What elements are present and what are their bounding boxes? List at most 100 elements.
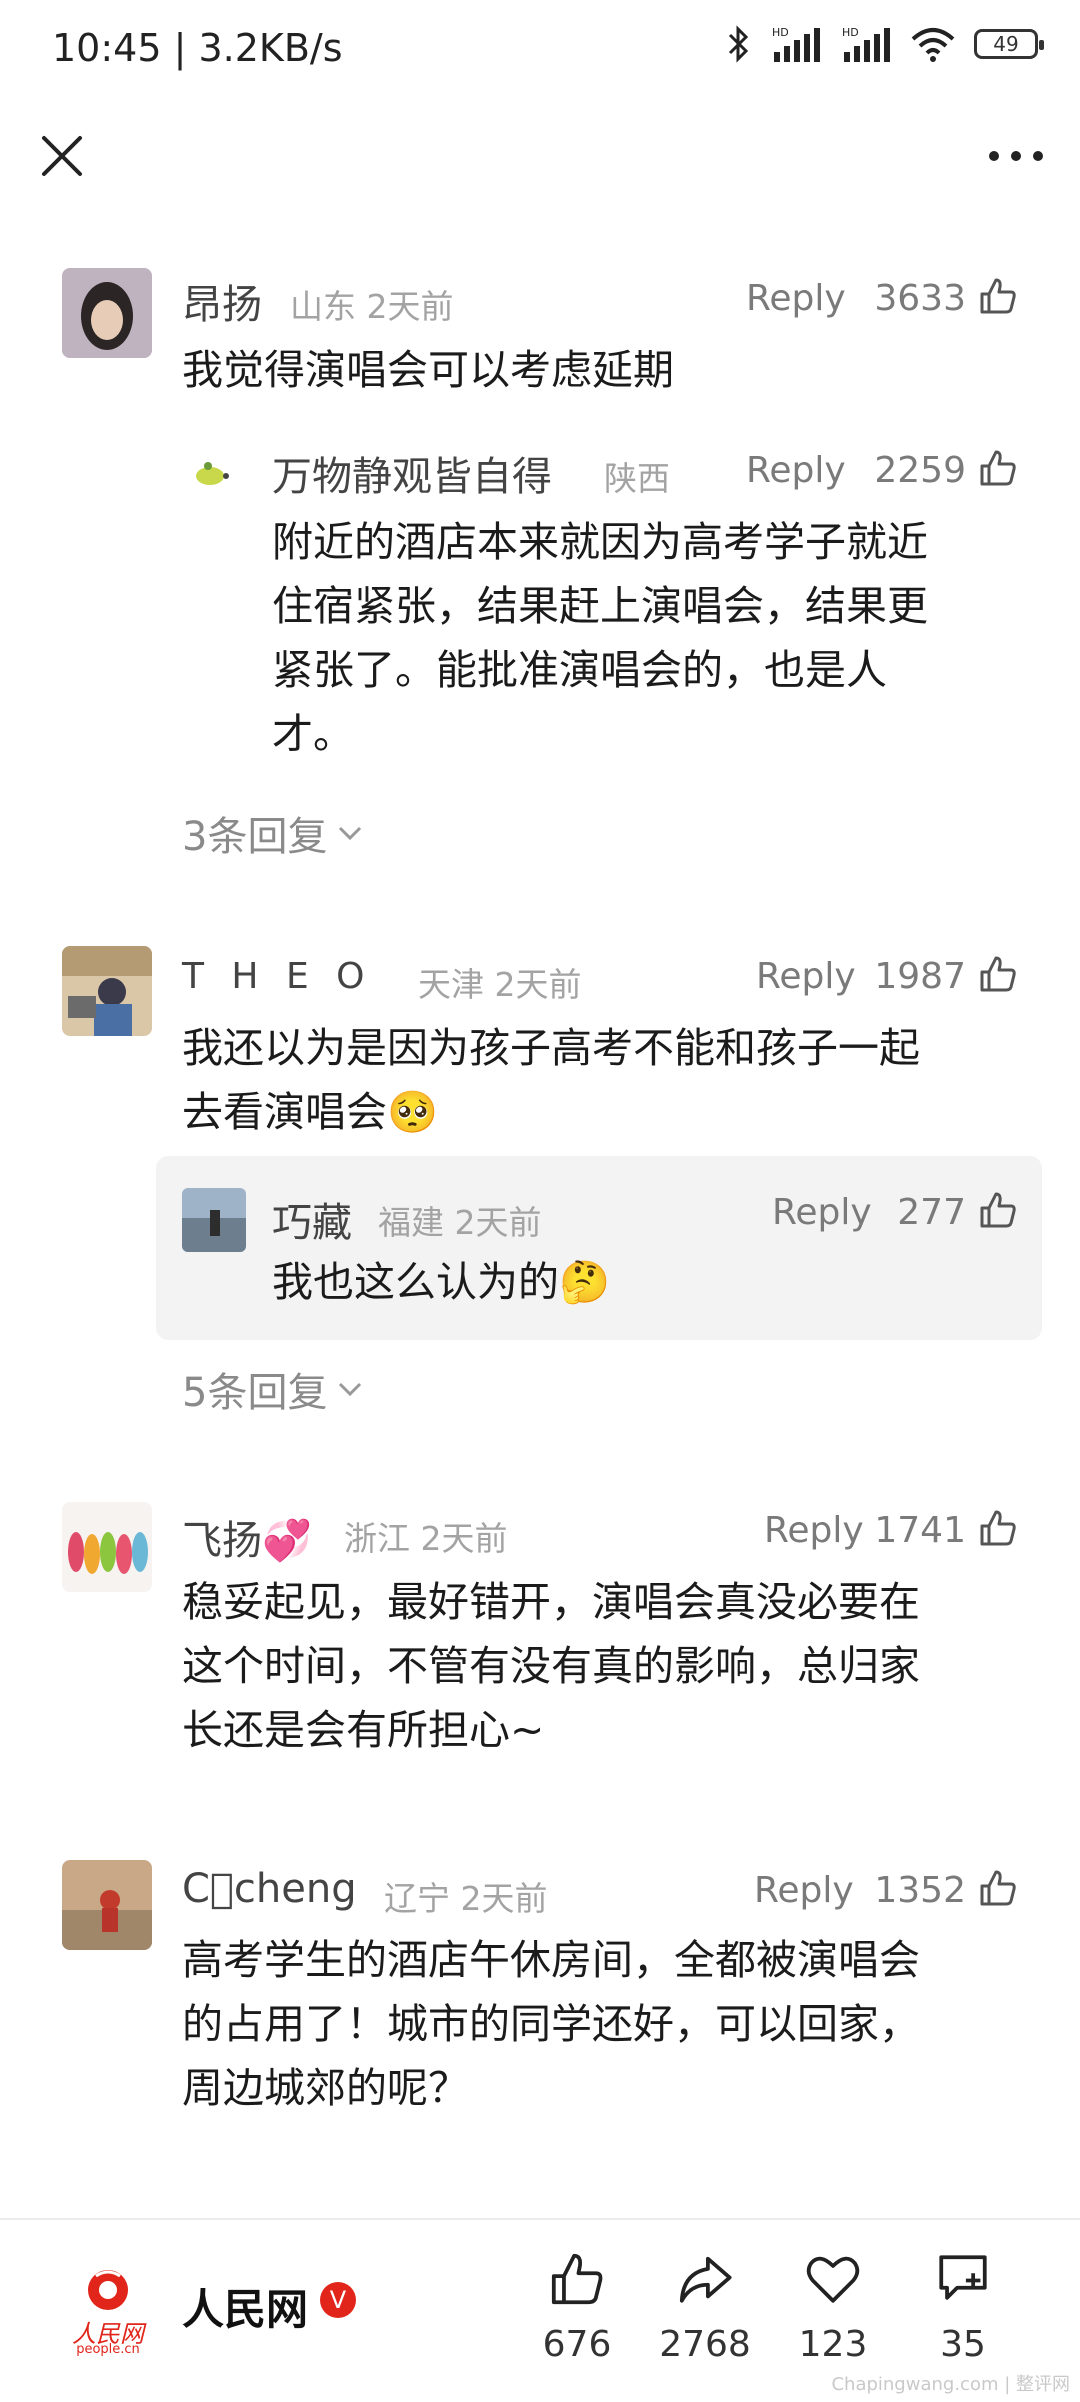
network-speed: 3.2KB/s bbox=[198, 26, 343, 70]
location-time: 浙江 2天前 bbox=[344, 1512, 508, 1560]
more-options-button[interactable] bbox=[976, 124, 1056, 188]
reply-text: 附近的酒店本来就因为高考学子就近 住宿紧张，结果赶上演唱会，结果更 紧张了。能批… bbox=[272, 510, 928, 766]
avatar[interactable] bbox=[62, 268, 152, 358]
timestamp: 2天前 bbox=[366, 287, 454, 326]
location: 天津 bbox=[418, 965, 484, 1004]
like-count: 277 bbox=[897, 1192, 966, 1233]
reply-line: 才。 bbox=[272, 710, 354, 758]
watermark: Chapingwang.com | 整评网 bbox=[831, 2374, 1070, 2395]
comment-line: 我觉得演唱会可以考虑延期 bbox=[182, 346, 674, 394]
share-count: 2768 bbox=[659, 2324, 751, 2365]
battery-icon: 49 bbox=[974, 29, 1044, 59]
avatar-image bbox=[62, 268, 152, 358]
location: 山东 bbox=[290, 287, 356, 326]
username[interactable]: 昂扬 bbox=[182, 272, 262, 330]
favorite-count: 123 bbox=[798, 2324, 868, 2365]
username[interactable]: T H E O bbox=[182, 956, 372, 997]
brand-name[interactable]: 人民网 bbox=[182, 2276, 308, 2337]
comment-text: 高考学生的酒店午休房间，全都被演唱会 的占用了！城市的同学还好，可以回家， 周边… bbox=[182, 1928, 920, 2120]
comment-button[interactable]: 35 bbox=[908, 2250, 1018, 2365]
battery-level: 49 bbox=[993, 32, 1019, 56]
location: 浙江 bbox=[344, 1519, 410, 1558]
avatar-image bbox=[62, 946, 152, 1036]
logo-subtext: people.cn bbox=[76, 2342, 140, 2357]
thumbs-up-icon[interactable] bbox=[978, 448, 1018, 488]
reply-line: 紧张了。能批准演唱会的，也是人 bbox=[272, 646, 887, 694]
svg-text:HD: HD bbox=[772, 26, 789, 39]
signal-icon: HD bbox=[772, 26, 820, 62]
thumbs-up-icon[interactable] bbox=[978, 1508, 1018, 1548]
status-time-speed: 10:45 | 3.2KB/s bbox=[52, 26, 343, 70]
location-time: 福建 2天前 bbox=[378, 1196, 542, 1244]
comment-line: 的占用了！城市的同学还好，可以回家， bbox=[182, 2000, 920, 2048]
comment-text: 稳妥起见，最好错开，演唱会真没必要在 这个时间，不管有没有真的影响，总归家 长还… bbox=[182, 1570, 920, 1762]
reply-button[interactable]: Reply bbox=[754, 1870, 854, 1911]
reply-button[interactable]: Reply bbox=[746, 278, 846, 319]
heart-icon bbox=[806, 2256, 860, 2303]
brand-logo[interactable]: 人民网 people.cn bbox=[66, 2264, 150, 2360]
comment-line: 周边城郊的呢？ bbox=[182, 2064, 469, 2112]
username[interactable]: 巧藏 bbox=[272, 1190, 352, 1248]
avatar-image bbox=[188, 446, 236, 494]
comment-line: 我还以为是因为孩子高考不能和孩子一起 bbox=[182, 1024, 920, 1072]
avatar[interactable] bbox=[62, 1860, 152, 1950]
verified-mark: V bbox=[329, 2286, 347, 2314]
username[interactable]: 万物静观皆自得 bbox=[272, 444, 552, 502]
timestamp: 2天前 bbox=[454, 1203, 542, 1242]
bluetooth-icon bbox=[728, 25, 749, 63]
like-count: 1987 bbox=[874, 956, 966, 997]
avatar-image bbox=[62, 1502, 152, 1592]
avatar[interactable] bbox=[182, 1188, 246, 1252]
comment-add-icon bbox=[939, 2255, 987, 2300]
wifi-icon bbox=[911, 28, 955, 62]
reply-line: 住宿紧张，结果赶上演唱会，结果更 bbox=[272, 582, 928, 630]
reply-button[interactable]: Reply bbox=[772, 1192, 872, 1233]
location-time: 山东 2天前 bbox=[290, 280, 454, 328]
username[interactable]: C􀀀cheng bbox=[182, 1866, 357, 1912]
signal-icon-2: HD bbox=[842, 26, 890, 62]
view-more-replies-1[interactable]: 3条回复 bbox=[182, 804, 363, 862]
chevron-down-icon bbox=[339, 826, 362, 841]
view-more-replies-2[interactable]: 5条回复 bbox=[182, 1360, 363, 1418]
thumbs-up-icon[interactable] bbox=[978, 1190, 1018, 1230]
verified-badge-icon: V bbox=[320, 2282, 356, 2318]
comment-line: 去看演唱会🥺 bbox=[182, 1088, 439, 1136]
location: 福建 bbox=[378, 1203, 444, 1242]
like-count: 1741 bbox=[874, 1510, 966, 1551]
location: 陕西 bbox=[604, 459, 670, 498]
thumbs-up-icon[interactable] bbox=[978, 954, 1018, 994]
avatar-image bbox=[62, 1860, 152, 1950]
close-button[interactable] bbox=[30, 124, 94, 188]
timestamp: 2天前 bbox=[420, 1519, 508, 1558]
timestamp: 2天前 bbox=[460, 1879, 548, 1918]
top-nav bbox=[0, 104, 1080, 204]
comment-text: 我觉得演唱会可以考虑延期 bbox=[182, 338, 674, 402]
favorite-button[interactable]: 123 bbox=[778, 2250, 888, 2365]
comment-line: 稳妥起见，最好错开，演唱会真没必要在 bbox=[182, 1578, 920, 1626]
more-replies-label: 3条回复 bbox=[182, 814, 328, 860]
comment-line: 高考学生的酒店午休房间，全都被演唱会 bbox=[182, 1936, 920, 1984]
like-count: 676 bbox=[542, 2324, 612, 2365]
thumbs-up-icon[interactable] bbox=[978, 276, 1018, 316]
avatar-image bbox=[182, 1188, 246, 1252]
thumbs-up-icon[interactable] bbox=[978, 1868, 1018, 1908]
more-replies-label: 5条回复 bbox=[182, 1370, 328, 1416]
more-dots-icon bbox=[989, 151, 1043, 161]
avatar[interactable] bbox=[188, 446, 236, 494]
avatar[interactable] bbox=[62, 946, 152, 1036]
reply-text: 我也这么认为的🤔 bbox=[272, 1250, 610, 1314]
reply-button[interactable]: Reply bbox=[756, 956, 856, 997]
status-time: 10:45 bbox=[52, 26, 162, 70]
avatar[interactable] bbox=[62, 1502, 152, 1592]
svg-text:HD: HD bbox=[842, 26, 859, 39]
comment-count: 35 bbox=[940, 2324, 986, 2365]
share-button[interactable]: 2768 bbox=[650, 2250, 760, 2365]
like-button[interactable]: 676 bbox=[522, 2250, 632, 2365]
share-icon bbox=[679, 2256, 732, 2303]
location-time: 辽宁 2天前 bbox=[384, 1872, 548, 1920]
bottom-action-bar: 人民网 people.cn 人民网 V 676 2768 123 35 Chap… bbox=[0, 2218, 1080, 2402]
username[interactable]: 飞扬💞 bbox=[182, 1508, 312, 1566]
reply-button[interactable]: Reply bbox=[746, 450, 846, 491]
comment-line: 长还是会有所担心~ bbox=[182, 1706, 545, 1754]
reply-button[interactable]: Reply bbox=[764, 1510, 864, 1551]
